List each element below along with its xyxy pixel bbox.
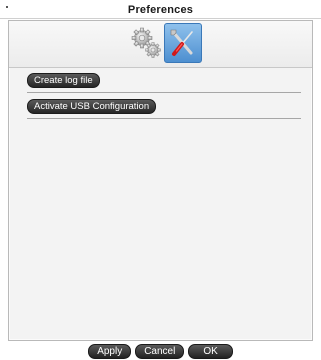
apply-button[interactable]: Apply <box>88 344 132 359</box>
preferences-toolbar <box>9 21 312 68</box>
preferences-window: Preferences Create log file Activate USB… <box>0 0 321 360</box>
gears-icon <box>131 27 161 58</box>
tools-icon <box>170 29 193 56</box>
option-row-create-log: Create log file <box>27 71 301 93</box>
option-row-usb-config: Activate USB Configuration <box>27 97 301 119</box>
create-log-file-button[interactable]: Create log file <box>27 73 100 88</box>
window-title: Preferences <box>127 4 194 16</box>
ok-button[interactable]: OK <box>188 344 233 359</box>
tab-general[interactable] <box>128 23 166 63</box>
dialog-footer: Apply Cancel OK <box>0 343 321 360</box>
title-divider <box>0 18 321 19</box>
activate-usb-config-button[interactable]: Activate USB Configuration <box>27 99 157 114</box>
cancel-button[interactable]: Cancel <box>135 344 185 359</box>
tab-tools[interactable] <box>164 23 202 63</box>
preferences-panel: Create log file Activate USB Configurati… <box>8 20 313 341</box>
